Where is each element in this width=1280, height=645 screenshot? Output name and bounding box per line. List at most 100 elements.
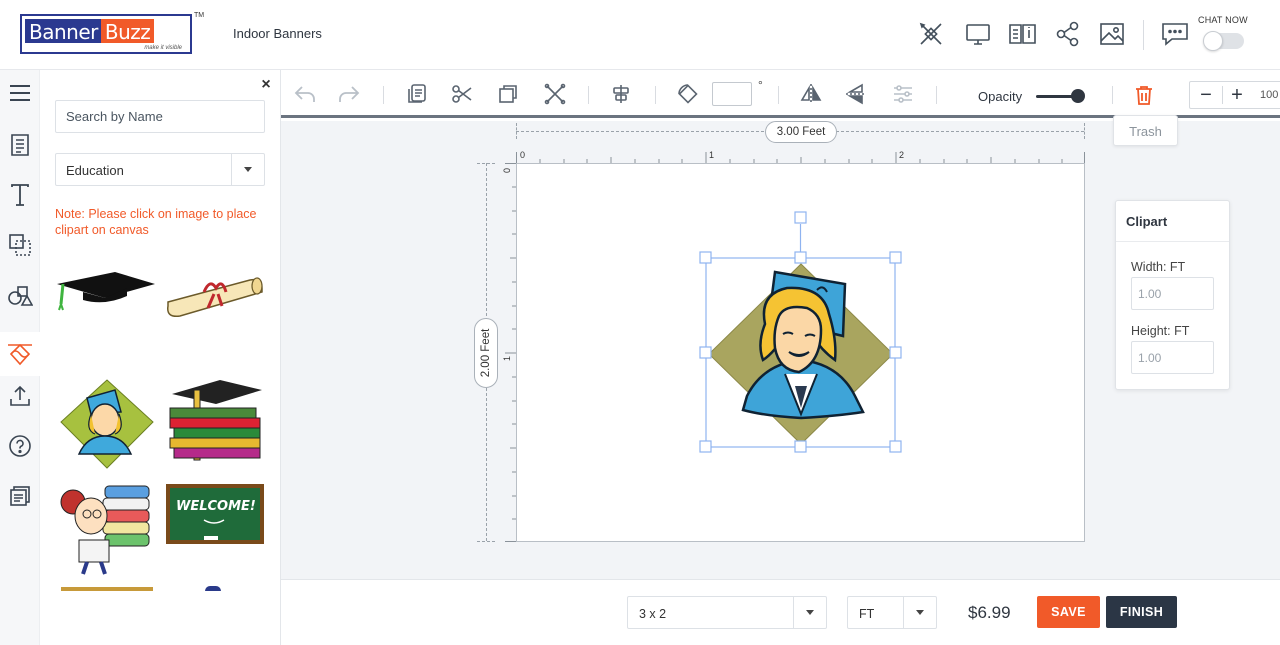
ruler-h-label: 0 (520, 150, 525, 160)
unit-select[interactable]: FT (847, 596, 937, 629)
clipart-thumb-diploma-scroll[interactable] (164, 266, 268, 358)
toolbar-divider (383, 86, 384, 104)
design-canvas[interactable] (516, 163, 1085, 542)
flip-vertical-icon[interactable] (844, 82, 868, 106)
header-divider (1143, 20, 1144, 50)
height-dimension-tick (477, 163, 495, 164)
svg-text:WELCOME!: WELCOME! (176, 499, 256, 514)
left-rail (0, 70, 40, 645)
width-dimension-tick (516, 123, 517, 139)
width-dimension-label: 3.00 Feet (765, 121, 837, 143)
paste-icon[interactable] (405, 82, 429, 106)
chat-toggle[interactable] (1203, 31, 1244, 51)
rotation-angle-input[interactable] (712, 82, 752, 106)
undo-icon[interactable] (293, 82, 317, 106)
degree-symbol: ° (758, 78, 763, 92)
edit-toolbar: ° Opacity − + 100 (281, 70, 1280, 118)
trash-icon[interactable] (1133, 84, 1155, 106)
clipart-thumb-welcome-chalkboard[interactable]: WELCOME! (164, 480, 268, 572)
zoom-value[interactable]: 100 (1260, 89, 1278, 101)
clipart-properties-title: Clipart (1116, 201, 1229, 242)
width-field[interactable] (1131, 277, 1214, 310)
height-field-label: Height: FT (1131, 324, 1190, 338)
flip-horizontal-icon[interactable] (799, 82, 823, 106)
rotate-icon[interactable] (676, 82, 700, 106)
clipart-note: Note: Please click on image to place cli… (55, 207, 257, 237)
logo-text-buzz: Buzz (100, 19, 155, 44)
notes-icon[interactable] (6, 482, 34, 510)
book-info-icon[interactable] (1008, 20, 1036, 48)
redo-icon[interactable] (337, 82, 361, 106)
size-select-value: 3 x 2 (639, 607, 667, 621)
clipart-thumb-girl-with-books[interactable] (55, 480, 159, 575)
horizontal-ruler: 0 1 2 (516, 150, 1085, 164)
save-button[interactable]: SAVE (1037, 596, 1100, 628)
share-icon[interactable] (1054, 20, 1082, 48)
help-icon[interactable] (6, 432, 34, 460)
toolbar-divider (936, 86, 937, 104)
clipart-thumb-books-with-cap[interactable] (164, 376, 268, 468)
ruler-h-label: 2 (899, 150, 904, 160)
toolbar-divider (655, 86, 656, 104)
chat-now-label: CHAT NOW (1198, 15, 1248, 25)
height-field[interactable] (1131, 341, 1214, 374)
ruler-v-label: 1 (502, 356, 512, 361)
background-icon[interactable] (6, 231, 34, 259)
design-workspace: 3.00 Feet 2.00 Feet 0 1 2 0 1 Trash Clip… (281, 115, 1280, 579)
chevron-down-icon[interactable] (903, 597, 936, 628)
height-dimension-tick (477, 541, 495, 542)
toolbar-divider (1112, 86, 1113, 104)
text-icon[interactable] (6, 181, 34, 209)
zoom-in-button[interactable]: + (1225, 84, 1249, 106)
search-input[interactable] (55, 100, 265, 133)
price: $6.99 (968, 603, 1011, 622)
align-center-icon[interactable] (609, 82, 633, 106)
clipart-thumb-graduate-woman[interactable] (55, 376, 159, 469)
category-select-value: Education (66, 163, 124, 178)
adjust-sliders-icon[interactable] (891, 82, 915, 106)
zoom-control: − + 100 (1189, 81, 1280, 109)
width-field-label: Width: FT (1131, 260, 1186, 274)
copy-icon[interactable] (496, 82, 520, 106)
clipart-icon[interactable] (6, 340, 34, 368)
menu-icon[interactable] (6, 79, 34, 107)
category-select[interactable]: Education (55, 153, 265, 186)
chevron-down-icon[interactable] (793, 597, 826, 628)
height-dimension-label: 2.00 Feet (480, 328, 492, 378)
image-icon[interactable] (1098, 20, 1126, 48)
chevron-down-icon[interactable] (231, 154, 264, 185)
trash-tooltip: Trash (1113, 115, 1178, 146)
template-icon[interactable] (6, 131, 34, 159)
logo[interactable]: Banner Buzz make it visible (20, 14, 192, 54)
monitor-icon[interactable] (964, 20, 992, 48)
ruler-h-label: 1 (709, 150, 714, 160)
size-select[interactable]: 3 x 2 (627, 596, 827, 629)
opacity-slider-handle[interactable] (1071, 89, 1085, 103)
delete-element-icon[interactable] (543, 82, 567, 106)
finish-button[interactable]: FINISH (1106, 596, 1177, 628)
opacity-label: Opacity (978, 89, 1023, 104)
toolbar-divider (778, 86, 779, 104)
zoom-out-button[interactable]: − (1194, 84, 1218, 106)
width-dimension-tick (1084, 123, 1085, 139)
clipart-thumb-graduation-cap[interactable] (55, 266, 159, 358)
selected-clipart[interactable] (517, 164, 1086, 543)
design-tools-icon[interactable] (917, 20, 945, 48)
close-icon[interactable]: × (258, 77, 274, 93)
cut-icon[interactable] (450, 82, 474, 106)
zoom-divider (1222, 86, 1223, 104)
page-title: Indoor Banners (233, 26, 322, 41)
clipart-thumb-partial[interactable] (61, 587, 153, 591)
header: Banner Buzz make it visible TM Indoor Ba… (0, 0, 1280, 70)
upload-icon[interactable] (6, 382, 34, 410)
chat-icon[interactable] (1160, 20, 1194, 48)
logo-tagline: make it visible (144, 45, 182, 51)
ruler-v-label: 0 (502, 168, 512, 173)
unit-select-value: FT (859, 607, 875, 621)
clipart-panel: × Education Note: Please click on image … (40, 70, 281, 645)
bottom-bar: 3 x 2 FT $6.99 SAVE FINISH (281, 579, 1280, 645)
shapes-icon[interactable] (6, 281, 34, 309)
clipart-thumb-partial[interactable] (205, 586, 221, 591)
logo-text-banner: Banner (25, 19, 101, 44)
height-dimension-pill: 2.00 Feet (474, 318, 498, 388)
